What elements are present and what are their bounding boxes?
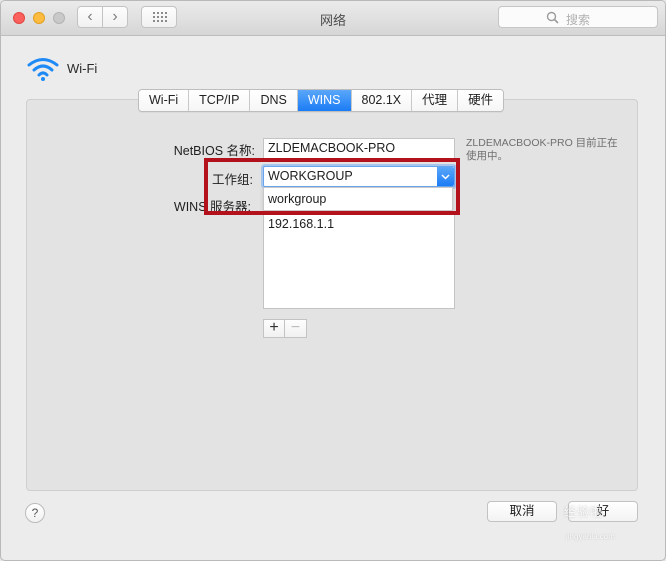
tab-8021x[interactable]: 802.1X [351, 90, 413, 111]
netbios-name-field[interactable]: ZLDEMACBOOK-PRO [263, 138, 455, 159]
tab-wins[interactable]: WINS [297, 90, 352, 111]
tab-dns[interactable]: DNS [250, 90, 298, 111]
wifi-icon [27, 58, 59, 81]
cancel-button[interactable]: 取消 [487, 501, 557, 522]
netbios-label: NetBIOS 名称: [173, 144, 255, 158]
add-wins-server-button[interactable]: + [263, 319, 285, 338]
remove-wins-server-button[interactable]: − [285, 319, 307, 338]
tab-bar: Wi-Fi TCP/IP DNS WINS 802.1X 代理 硬件 [138, 89, 505, 112]
tab-proxy[interactable]: 代理 [412, 90, 459, 111]
search-placeholder: 搜索 [566, 13, 591, 27]
interface-name: Wi-Fi [67, 61, 98, 76]
watermark-text: 经验啦 [564, 505, 604, 519]
search-input[interactable]: 搜索 [498, 6, 658, 28]
watermark-url: jingyanla.com [566, 532, 615, 541]
list-item[interactable]: 192.168.1.1 [268, 217, 334, 231]
tab-tcpip[interactable]: TCP/IP [189, 90, 251, 111]
wins-servers-list[interactable]: 192.168.1.1 [263, 211, 455, 309]
title-bar: ‹ › 网络 搜索 [1, 1, 665, 36]
tab-hardware[interactable]: 硬件 [458, 90, 504, 111]
netbios-status-note: ZLDEMACBOOK-PRO 目前正在使用中。 [466, 137, 618, 162]
help-button[interactable]: ? [25, 503, 45, 523]
search-icon [546, 11, 559, 24]
tab-wifi[interactable]: Wi-Fi [139, 90, 190, 111]
network-preferences-window: ‹ › 网络 搜索 Wi-Fi Wi-Fi TCP/IP DNS WINS 80… [0, 0, 666, 561]
highlight-annotation [204, 158, 460, 215]
